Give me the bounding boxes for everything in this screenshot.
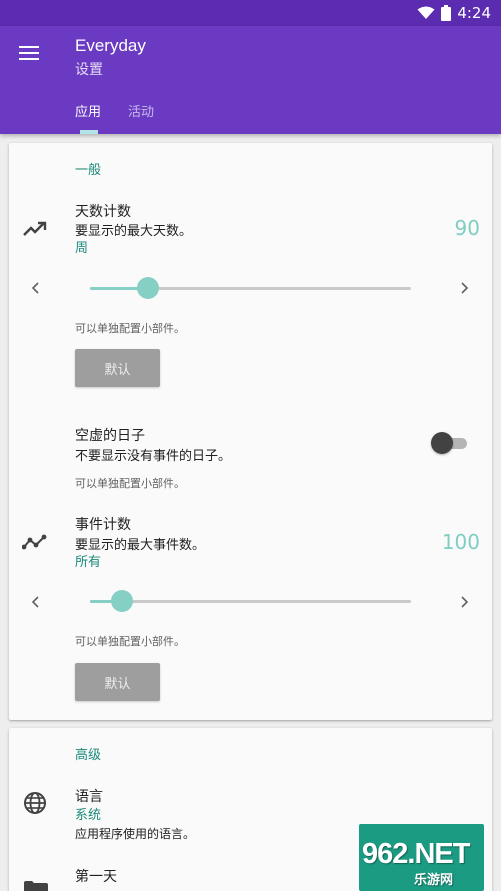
menu-button[interactable] — [14, 38, 44, 68]
general-section-title: 一般 — [75, 163, 102, 178]
event-count-slider-thumb[interactable] — [111, 590, 133, 612]
trending-up-icon — [21, 215, 49, 243]
language-summary: 应用程序使用的语言。 — [75, 827, 196, 841]
general-card: 一般 天数计数 要显示的最大天数。 周 90 可以单独配置小部件。 默认 空虚的… — [9, 143, 492, 720]
tab-activity[interactable]: 活动 — [128, 101, 154, 120]
event-count-slider[interactable] — [90, 590, 411, 612]
days-count-value: 90 — [454, 216, 480, 240]
days-count-value-label: 周 — [75, 241, 89, 256]
language-value: 系统 — [75, 808, 102, 823]
event-count-title: 事件计数 — [75, 517, 131, 533]
days-slider-increase-button[interactable] — [457, 280, 473, 296]
days-count-hint: 可以单独配置小部件。 — [75, 322, 185, 335]
events-slider-increase-button[interactable] — [457, 594, 473, 610]
status-icons: 4:24 — [417, 4, 491, 22]
app-subtitle: 设置 — [75, 62, 103, 78]
watermark-brand: 962.NET — [362, 838, 470, 870]
app-bar: Everyday 设置 应用 活动 — [0, 26, 501, 134]
status-time: 4:24 — [457, 4, 491, 22]
chevron-right-icon — [461, 596, 469, 608]
days-count-default-button[interactable]: 默认 — [75, 349, 160, 387]
days-count-summary: 要显示的最大天数。 — [75, 224, 193, 239]
event-count-value-label: 所有 — [75, 555, 102, 570]
days-count-slider[interactable] — [90, 277, 411, 299]
days-count-title: 天数计数 — [75, 204, 131, 220]
globe-icon — [21, 789, 49, 817]
chevron-left-icon — [31, 282, 39, 294]
days-count-slider-thumb[interactable] — [137, 277, 159, 299]
timeline-icon — [21, 528, 49, 556]
first-day-summary-clipped — [75, 883, 175, 891]
switch-thumb — [431, 432, 453, 454]
event-count-default-button[interactable]: 默认 — [75, 663, 160, 701]
folder-icon — [24, 881, 48, 891]
language-title[interactable]: 语言 — [75, 786, 103, 806]
app-title: Everyday — [75, 36, 146, 55]
tab-indicator — [80, 130, 98, 134]
empty-days-title: 空虚的日子 — [75, 428, 145, 444]
empty-days-summary: 不要显示没有事件的日子。 — [75, 449, 232, 464]
wifi-icon — [417, 6, 435, 19]
advanced-section-title: 高级 — [75, 748, 102, 763]
days-slider-decrease-button[interactable] — [27, 280, 43, 296]
status-bar: 4:24 — [0, 0, 501, 26]
empty-days-switch[interactable] — [431, 432, 469, 454]
chevron-right-icon — [461, 282, 469, 294]
event-count-value: 100 — [441, 530, 480, 554]
tab-app[interactable]: 应用 — [75, 101, 101, 120]
chevron-left-icon — [31, 596, 39, 608]
watermark-logo: 962.NET 乐游网 — [362, 836, 498, 888]
empty-days-hint: 可以单独配置小部件。 — [75, 477, 185, 490]
events-slider-decrease-button[interactable] — [27, 594, 43, 610]
event-count-hint: 可以单独配置小部件。 — [75, 635, 185, 648]
hamburger-menu-icon — [19, 46, 39, 60]
watermark-sub: 乐游网 — [414, 873, 454, 888]
battery-icon — [441, 5, 452, 21]
